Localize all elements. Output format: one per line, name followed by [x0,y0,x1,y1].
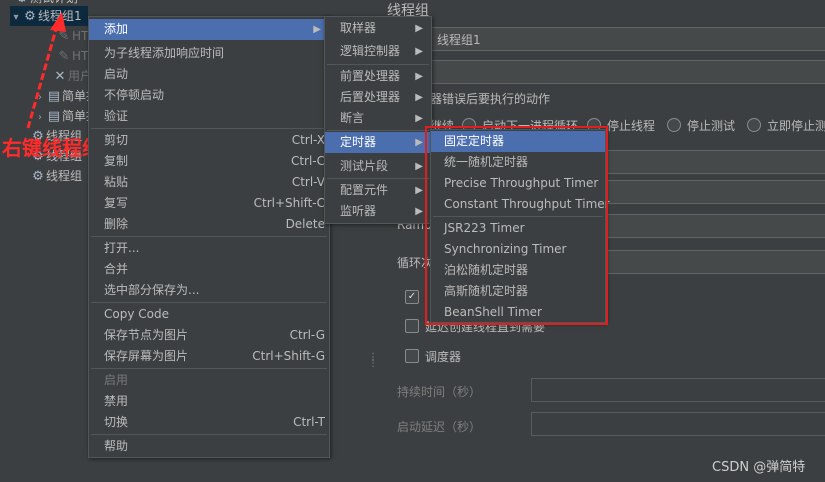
add-submenu: 取样器 ▶ 逻辑控制器 ▶ 前置处理器 ▶ 后置处理器 ▶ 断言 ▶ 定时器 ▶ 测试片段 ▶… [324,16,432,224]
gear-icon: ⚙ [32,169,44,184]
menu-item-paste[interactable]: 粘贴 Ctrl-V [89,172,329,193]
submenu-item-pre-processor[interactable]: 前置处理器 ▶ [325,66,431,87]
menu-item-add[interactable]: 添加 ▶ [89,19,329,40]
submenu-item-config-element[interactable]: 配置元件 ▶ [325,180,431,201]
same-user-checkbox[interactable]: ✓ [405,286,425,304]
context-menu: 添加 ▶ 为子线程添加响应时间 启动 不停顿启动 验证 剪切 Ctrl-X 复制 Ct… [88,16,330,458]
menu-item-start-no-pause[interactable]: 不停顿启动 [89,85,329,106]
watermark: CSDN @弹简特 [712,460,806,475]
radio-icon [747,118,761,132]
submenu-arrow-icon: ▶ [415,185,423,196]
menu-item-validate[interactable]: 验证 [89,106,329,127]
splitter-handle-icon[interactable]: ⋮ ⋮ [368,353,378,379]
submenu-item-assertion[interactable]: 断言 ▶ [325,108,431,129]
submenu-arrow-icon: ▶ [415,206,423,217]
submenu-item-test-fragment[interactable]: 测试片段 ▶ [325,156,431,177]
startup-delay-field[interactable] [531,412,825,436]
submenu-item-logic-controller[interactable]: 逻辑控制器 ▶ [325,41,431,62]
menu-item-open[interactable]: 打开... [89,238,329,259]
menu-item-start[interactable]: 启动 [89,64,329,85]
checkbox-icon [405,319,419,333]
menu-item-save-screen-image[interactable]: 保存屏幕为图片 Ctrl+Shift-G [89,346,329,367]
radio-stop-test[interactable]: 停止测试 [667,117,735,134]
menu-item-enable: 启用 [104,373,129,387]
sampler-error-label: 器错误后要执行的动作 [430,92,551,106]
menu-item-copy[interactable]: 复制 Ctrl-C [89,151,329,172]
menu-item-save-node-image[interactable]: 保存节点为图片 Ctrl-G [89,325,329,346]
menu-item-save-selection-as[interactable]: 选中部分保存为... [89,280,329,301]
radio-icon [667,118,681,132]
menu-divider [327,64,429,65]
menu-divider [91,236,327,237]
menu-item-toggle[interactable]: 切换 Ctrl-T [89,412,329,433]
checkbox-checked-icon: ✓ [405,290,419,304]
submenu-arrow-icon: ▶ [415,71,423,82]
annotation-highlight-box [425,126,608,325]
duration-field[interactable] [531,378,825,402]
submenu-item-listener[interactable]: 监听器 ▶ [325,201,431,222]
menu-divider [327,130,429,131]
menu-item-help[interactable]: 帮助 [89,436,329,457]
menu-divider [91,368,327,369]
submenu-arrow-icon: ▶ [415,137,423,148]
menu-item-duplicate[interactable]: 复写 Ctrl+Shift-C [89,193,329,214]
menu-item-disable[interactable]: 禁用 [89,391,329,412]
startup-delay-label: 启动延迟（秒） [397,420,482,434]
submenu-item-timer[interactable]: 定时器 ▶ [325,132,431,153]
submenu-item-post-processor[interactable]: 后置处理器 ▶ [325,87,431,108]
annotation-label: 右键线程组 [2,136,102,160]
menu-item-copy-code[interactable]: Copy Code [89,304,329,325]
menu-divider [91,128,327,129]
tree-item-threadgroup-c[interactable]: ⚙ 线程组 [30,166,82,186]
radio-stop-test-now[interactable]: 立即停止测试 [747,117,825,134]
checkbox-icon [405,349,419,363]
duration-label: 持续时间（秒） [397,385,482,399]
name-field[interactable]: 线程组1 [430,27,825,51]
annotation-arrow-icon [26,12,66,129]
menu-divider [91,434,327,435]
submenu-arrow-icon: ▶ [415,23,423,34]
menu-divider [91,302,327,303]
menu-item-delete[interactable]: 删除 Delete [89,214,329,235]
submenu-arrow-icon: ▶ [313,24,321,35]
menu-divider [327,178,429,179]
submenu-arrow-icon: ▶ [415,92,423,103]
menu-item-add-response-time[interactable]: 为子线程添加响应时间 [89,43,329,64]
scheduler-checkbox[interactable]: 调度器 [405,348,461,365]
menu-item-cut[interactable]: 剪切 Ctrl-X [89,130,329,151]
submenu-arrow-icon: ▶ [415,46,423,57]
submenu-arrow-icon: ▶ [415,113,423,124]
submenu-item-sampler[interactable]: 取样器 ▶ [325,18,431,39]
submenu-arrow-icon: ▶ [415,161,423,172]
comment-field[interactable] [430,60,825,84]
menu-item-merge[interactable]: 合并 [89,259,329,280]
